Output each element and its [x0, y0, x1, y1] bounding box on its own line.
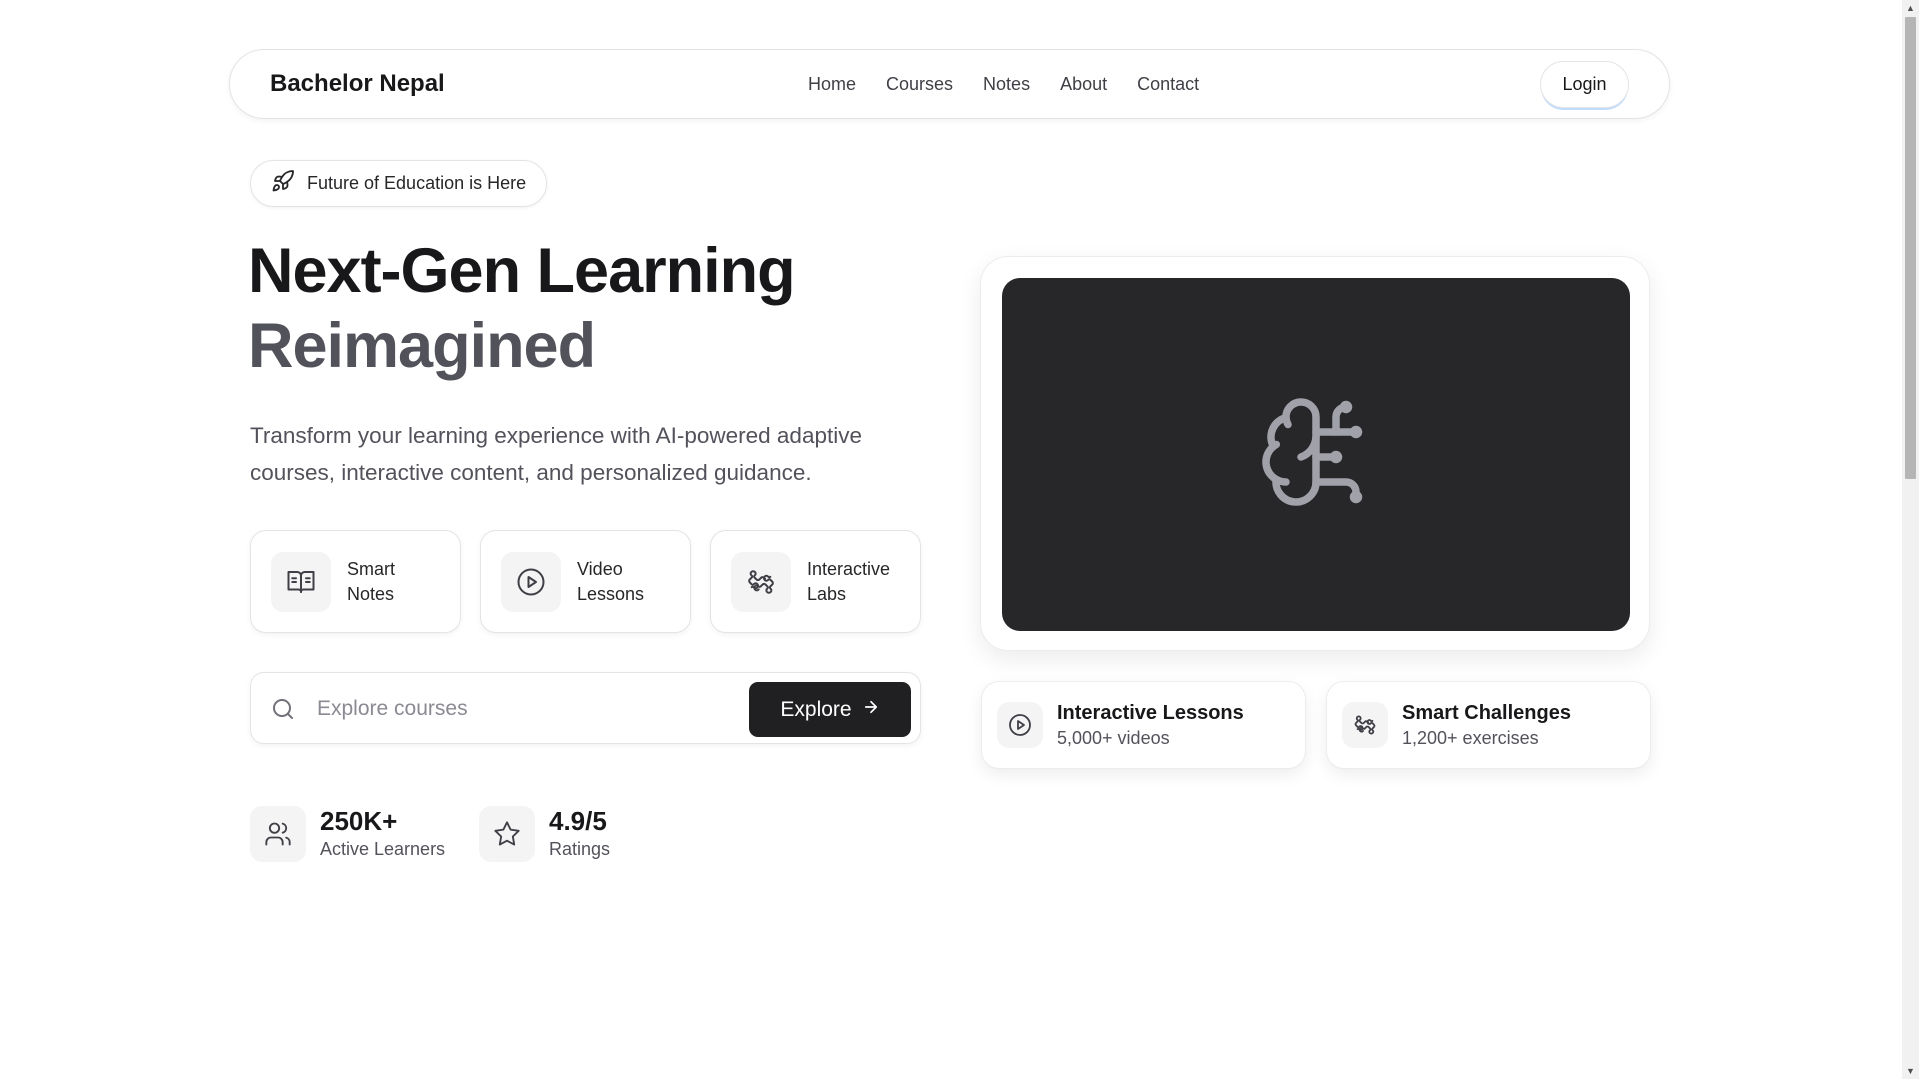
puzzle-icon [731, 551, 791, 612]
puzzle-icon [1342, 702, 1388, 748]
mini-card-title: Smart Challenges [1402, 702, 1571, 724]
nav-link-contact[interactable]: Contact [1137, 74, 1199, 95]
stat-value: 250K+ [320, 806, 398, 836]
scroll-down-arrow-icon[interactable]: ▼ [1905, 1065, 1916, 1077]
stat-ratings: 4.9/5 Ratings [479, 806, 610, 862]
hero-badge-text: Future of Education is Here [307, 173, 527, 193]
star-icon [479, 806, 535, 862]
feature-label: Interactive Labs [807, 558, 891, 604]
course-search-bar: Explore [250, 672, 921, 744]
mini-card-smart-challenges[interactable]: Smart Challenges 1,200+ exercises [1326, 681, 1651, 769]
nav-links: Home Courses Notes About Contact [808, 50, 1199, 118]
stat-value: 4.9/5 [549, 806, 607, 836]
nav-link-home[interactable]: Home [808, 74, 856, 95]
feature-card-interactive-labs[interactable]: Interactive Labs [710, 530, 921, 633]
feature-label: Video Lessons [577, 558, 645, 604]
hero-description: Transform your learning experience with … [250, 423, 862, 485]
hero-badge: Future of Education is Here [250, 160, 548, 207]
hero-title-line1: Next-Gen Learning [248, 236, 796, 306]
navbar: Bachelor Nepal Home Courses Notes About … [229, 49, 1670, 119]
scroll-up-arrow-icon[interactable]: ▲ [1905, 2, 1916, 14]
scrollbar-thumb[interactable] [1905, 17, 1916, 479]
play-circle-icon [501, 551, 561, 612]
stat-label: Active Learners [320, 839, 446, 859]
users-icon [250, 806, 306, 862]
search-icon [271, 697, 295, 726]
preview-screen [1002, 278, 1630, 631]
stat-active-learners: 250K+ Active Learners [250, 806, 445, 862]
login-button[interactable]: Login [1540, 61, 1629, 108]
feature-card-smart-notes[interactable]: Smart Notes [250, 530, 461, 633]
explore-button[interactable]: Explore [749, 682, 911, 737]
mini-card-title: Interactive Lessons [1057, 702, 1244, 724]
arrow-right-icon [862, 698, 880, 722]
nav-link-notes[interactable]: Notes [983, 74, 1030, 95]
mini-card-interactive-lessons[interactable]: Interactive Lessons 5,000+ videos [981, 681, 1306, 769]
search-input[interactable] [315, 691, 679, 727]
mini-card-subtitle: 5,000+ videos [1057, 728, 1170, 748]
mini-card-subtitle: 1,200+ exercises [1402, 728, 1539, 748]
rocket-icon [271, 169, 295, 198]
feature-card-video-lessons[interactable]: Video Lessons [480, 530, 691, 633]
hero-title-line2: Reimagined [248, 311, 596, 381]
nav-link-about[interactable]: About [1060, 74, 1107, 95]
nav-link-courses[interactable]: Courses [886, 74, 953, 95]
page-scrollbar[interactable]: ▲ ▼ [1902, 0, 1919, 1079]
play-circle-icon [997, 702, 1043, 748]
stat-label: Ratings [549, 839, 611, 859]
explore-button-label: Explore [780, 697, 852, 721]
feature-label: Smart Notes [347, 558, 396, 604]
hero-preview-card [980, 256, 1650, 651]
brand-logo[interactable]: Bachelor Nepal [270, 50, 445, 118]
book-open-icon [271, 551, 331, 612]
brain-circuit-icon [1256, 392, 1376, 517]
